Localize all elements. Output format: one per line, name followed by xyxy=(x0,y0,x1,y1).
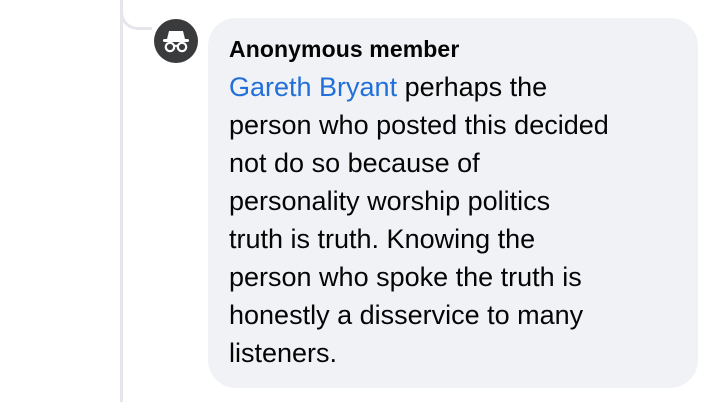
comment-line: person who posted this decided xyxy=(229,110,609,140)
comment-line: listeners. xyxy=(229,338,338,368)
mention-link[interactable]: Gareth Bryant xyxy=(229,72,397,102)
comment-text: Gareth Bryant perhaps the person who pos… xyxy=(229,68,678,372)
anonymous-avatar[interactable] xyxy=(154,19,198,63)
comment-line: personality worship politics xyxy=(229,186,551,216)
comment-line: person who spoke the truth is xyxy=(229,262,582,292)
comment-line-text: perhaps the xyxy=(397,72,548,102)
comment-author[interactable]: Anonymous member xyxy=(229,34,678,64)
comment-line: Gareth Bryant perhaps the xyxy=(229,68,678,106)
comment-line: honestly a disservice to many xyxy=(229,300,584,330)
thread-line xyxy=(120,0,123,402)
comment-line: truth is truth. Knowing the xyxy=(229,224,536,254)
incognito-icon xyxy=(163,31,189,53)
comment-line: not do so because of xyxy=(229,148,480,178)
comment-bubble: Anonymous member Gareth Bryant perhaps t… xyxy=(208,18,698,388)
thread-branch-connector xyxy=(120,0,152,30)
